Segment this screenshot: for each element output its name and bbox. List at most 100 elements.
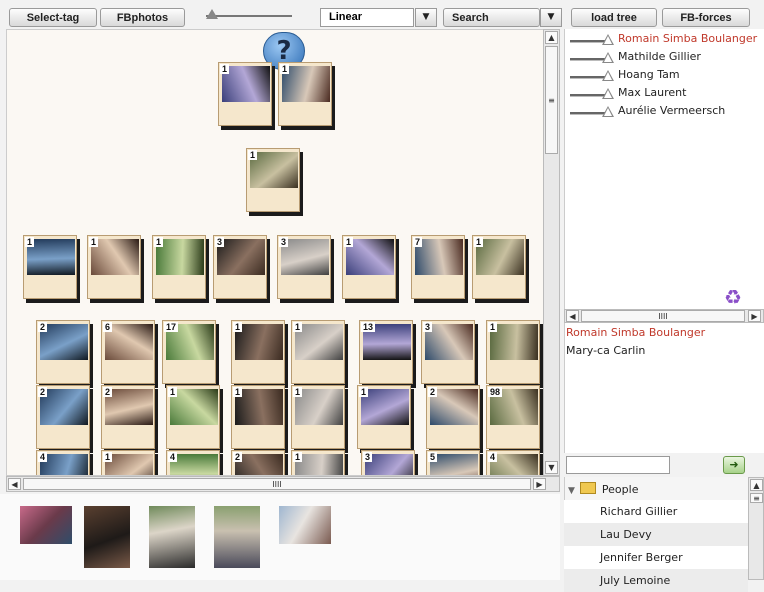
photo-thumbnail xyxy=(170,454,218,475)
thumbnail-photo[interactable] xyxy=(84,506,130,568)
photo-group-node[interactable]: 17 xyxy=(162,320,216,384)
photo-count-badge: 1 xyxy=(359,387,369,397)
load-tree-button[interactable]: load tree xyxy=(571,8,657,27)
select-tag-button[interactable]: Select-tag xyxy=(9,8,97,27)
scroll-right-arrow[interactable]: ▶ xyxy=(533,478,546,490)
photo-count-badge: 6 xyxy=(103,322,113,332)
photo-group-node[interactable]: 2 xyxy=(101,385,155,449)
selected-people-list xyxy=(564,323,764,453)
fbphotos-button[interactable]: FBphotos xyxy=(100,8,185,27)
photo-count-badge: 2 xyxy=(38,322,48,332)
scroll-down-arrow[interactable]: ▼ xyxy=(545,461,558,474)
folder-icon xyxy=(580,482,597,494)
photo-count-badge: 1 xyxy=(25,237,35,247)
photo-group-node[interactable]: 1 xyxy=(357,385,411,449)
force-slider-knob[interactable] xyxy=(602,88,614,99)
photo-group-node[interactable]: 98 xyxy=(486,385,540,449)
photo-group-node[interactable]: 1 xyxy=(23,235,77,299)
photo-count-badge: 13 xyxy=(361,322,376,332)
thumbnail-photo[interactable] xyxy=(214,506,260,568)
scroll-right-arrow[interactable]: ▶ xyxy=(748,310,761,322)
people-tree-item[interactable]: Lau Devy xyxy=(564,523,748,546)
photo-group-node[interactable]: 4 xyxy=(486,450,540,475)
photo-group-node[interactable]: 1 xyxy=(291,450,345,475)
photo-group-node[interactable]: 2 xyxy=(36,320,90,384)
photo-group-node[interactable]: 1 xyxy=(152,235,206,299)
photo-group-node[interactable]: 2 xyxy=(36,385,90,449)
recycle-icon[interactable]: ♻ xyxy=(724,285,742,309)
vertical-scroll-thumb[interactable]: ≡ xyxy=(545,46,558,154)
photo-group-node[interactable]: 3 xyxy=(361,450,415,475)
fb-forces-button[interactable]: FB-forces xyxy=(662,8,750,27)
person-search-input[interactable] xyxy=(566,456,670,474)
photo-group-node[interactable]: 1 xyxy=(246,148,300,212)
photo-thumbnail xyxy=(490,324,538,360)
photo-group-node[interactable]: 4 xyxy=(166,450,220,475)
thumbnail-photo[interactable] xyxy=(20,506,72,544)
forces-horizontal-scrollbar[interactable]: ◀ IIII ▶ xyxy=(564,309,764,323)
photo-group-node[interactable]: 6 xyxy=(101,320,155,384)
photo-group-node[interactable]: 1 xyxy=(291,385,345,449)
photo-group-node[interactable]: 5 xyxy=(426,450,480,475)
layout-select[interactable]: Linear xyxy=(320,8,414,27)
force-slider-knob[interactable] xyxy=(602,34,614,45)
photo-group-node[interactable]: 1 xyxy=(472,235,526,299)
expand-arrow-icon[interactable]: ▼ xyxy=(568,486,575,496)
layout-dropdown-arrow[interactable]: ▼ xyxy=(415,8,437,27)
photo-group-node[interactable]: 3 xyxy=(277,235,331,299)
photo-group-node[interactable]: 7 xyxy=(411,235,465,299)
photo-count-badge: 1 xyxy=(344,237,354,247)
scroll-up-arrow[interactable]: ▲ xyxy=(545,31,558,44)
search-button[interactable]: Search xyxy=(443,8,540,27)
photo-group-node[interactable]: 3 xyxy=(213,235,267,299)
photo-group-node[interactable]: 1 xyxy=(291,320,345,384)
search-dropdown-arrow[interactable]: ▼ xyxy=(540,8,562,27)
photo-group-node[interactable]: 2 xyxy=(426,385,480,449)
vertical-scroll-thumb[interactable]: ≡ xyxy=(750,493,763,503)
selected-person-item[interactable]: Romain Simba Boulanger xyxy=(566,326,705,339)
photo-group-node[interactable]: 1 xyxy=(342,235,396,299)
photo-group-node[interactable]: 3 xyxy=(421,320,475,384)
photo-group-node[interactable]: 1 xyxy=(231,320,285,384)
photo-count-badge: 2 xyxy=(233,452,243,462)
photo-thumbnail xyxy=(235,454,283,475)
horizontal-scroll-thumb[interactable]: IIII xyxy=(23,478,531,490)
thumbnail-photo[interactable] xyxy=(279,506,331,544)
photo-group-node[interactable]: 1 xyxy=(218,62,272,126)
canvas-vertical-scrollbar[interactable]: ▲ ≡ ▼ xyxy=(543,29,560,476)
photo-count-badge: 3 xyxy=(423,322,433,332)
photo-thumbnail xyxy=(490,454,538,475)
force-slider-knob[interactable] xyxy=(602,52,614,63)
canvas-horizontal-scrollbar[interactable]: ◀ IIII ▶ xyxy=(6,476,560,492)
thumbnail-photo[interactable] xyxy=(149,506,195,568)
photo-group-node[interactable]: 1 xyxy=(486,320,540,384)
force-slider-knob[interactable] xyxy=(602,106,614,117)
photo-thumbnail xyxy=(170,389,218,425)
people-tree-scrollbar[interactable]: ▲ ≡ xyxy=(748,477,764,580)
photo-group-node[interactable]: 1 xyxy=(166,385,220,449)
add-person-button[interactable]: ➜ xyxy=(723,456,745,474)
horizontal-scroll-thumb[interactable]: IIII xyxy=(581,310,745,322)
photo-group-node[interactable]: 13 xyxy=(359,320,413,384)
photo-tree-canvas[interactable]: ? 1 1 1 1 1 1 3 3 1 7 1 2 6 17 1 1 13 3 1 2 2 1 1 1 1 2 98 4 1 4 2 1 3 5 4 xyxy=(6,29,544,476)
zoom-slider-knob[interactable] xyxy=(206,9,218,19)
photo-thumbnail xyxy=(156,239,204,275)
people-tree-item[interactable]: July Lemoine xyxy=(564,569,748,592)
selected-person-item[interactable]: Mary-ca Carlin xyxy=(566,344,645,357)
people-tree-item[interactable]: Jennifer Berger xyxy=(564,546,748,569)
photo-group-node[interactable]: 1 xyxy=(101,450,155,475)
photo-group-node[interactable]: 2 xyxy=(231,450,285,475)
photo-group-node[interactable]: 1 xyxy=(87,235,141,299)
photo-thumbnail xyxy=(295,324,343,360)
photo-group-node[interactable]: 1 xyxy=(231,385,285,449)
force-slider-knob[interactable] xyxy=(602,70,614,81)
scroll-up-arrow[interactable]: ▲ xyxy=(750,479,763,491)
photo-thumbnail xyxy=(235,389,283,425)
scroll-left-arrow[interactable]: ◀ xyxy=(566,310,579,322)
zoom-slider[interactable] xyxy=(206,9,292,22)
photo-group-node[interactable]: 1 xyxy=(278,62,332,126)
people-tree-root[interactable]: ▼ People xyxy=(568,482,638,496)
scroll-left-arrow[interactable]: ◀ xyxy=(8,478,21,490)
people-tree-item[interactable]: Richard Gillier xyxy=(564,500,748,523)
photo-group-node[interactable]: 4 xyxy=(36,450,90,475)
